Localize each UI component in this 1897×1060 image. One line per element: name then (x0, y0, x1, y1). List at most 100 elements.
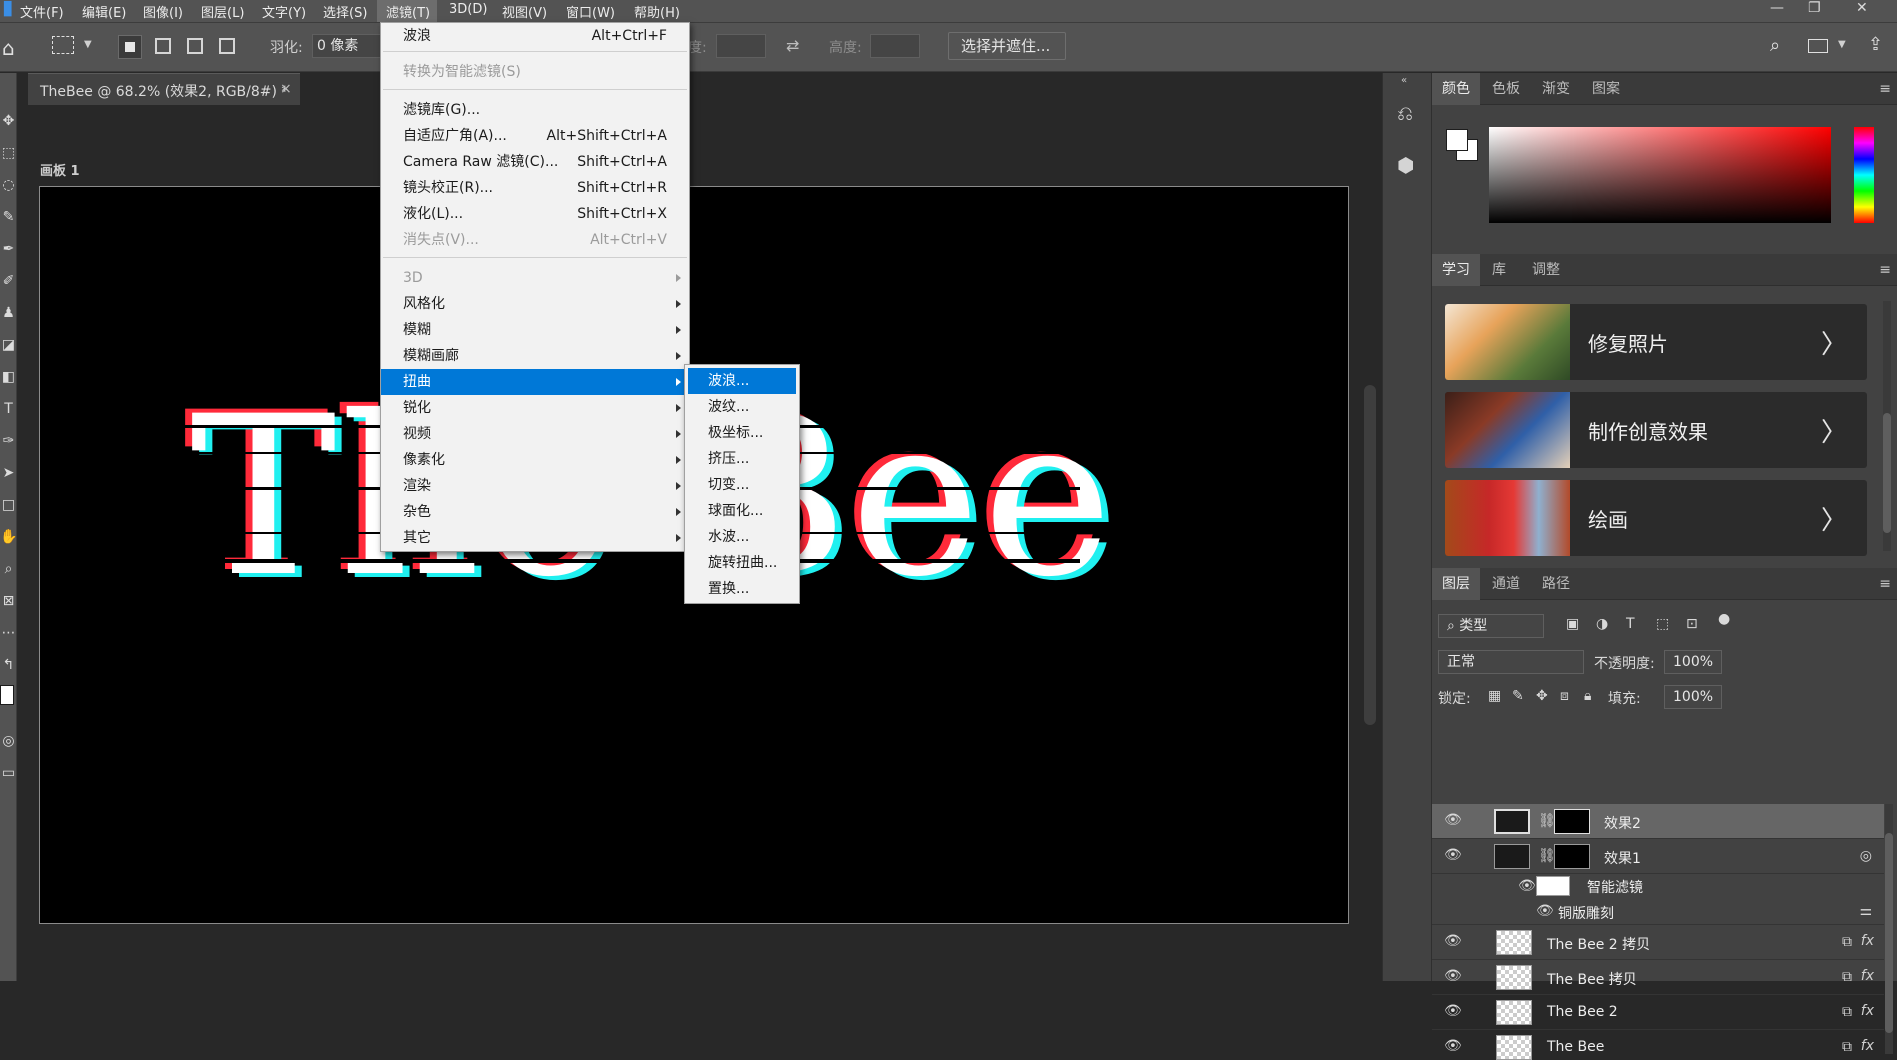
pen-tool-icon[interactable]: ✑ (0, 433, 17, 449)
shape-tool-icon[interactable]: □ (0, 497, 17, 513)
stamp-tool-icon[interactable]: ♟ (0, 305, 17, 321)
learn-card-painting[interactable]: 绘画 〉 (1445, 480, 1867, 556)
menu-layer[interactable]: 图层(L) (201, 2, 244, 21)
color-picker-field[interactable] (1489, 127, 1831, 223)
minimize-icon[interactable]: — (1770, 0, 1784, 16)
hue-slider[interactable] (1854, 127, 1874, 223)
eye-icon[interactable]: 👁︎ (1444, 968, 1462, 984)
submenu-item-pinch[interactable]: 挤压... (685, 446, 799, 472)
panel-menu-icon[interactable]: ≡ (1879, 576, 1891, 592)
adjustment-filter-icon[interactable]: ◑ (1596, 616, 1608, 632)
menu-item-noise[interactable]: 杂色 (381, 499, 689, 525)
filter-options-icon[interactable]: ⚌ (1859, 903, 1872, 919)
menu-3d[interactable]: 3D(D) (449, 2, 487, 17)
fill-input[interactable]: 100% (1664, 685, 1722, 709)
filter-toggle-icon[interactable]: ● (1718, 611, 1730, 627)
submenu-item-twirl[interactable]: 旋转扭曲... (685, 550, 799, 576)
learn-card-fix-photo[interactable]: 修复照片 〉 (1445, 304, 1867, 380)
swap-icon[interactable]: ⇄ (786, 36, 799, 55)
menu-item-distort[interactable]: 扭曲 (381, 369, 689, 395)
intersect-selection-icon[interactable] (219, 38, 235, 54)
tab-color[interactable]: 颜色 (1432, 73, 1480, 105)
type-tool-icon[interactable]: T (0, 401, 17, 417)
tab-learn[interactable]: 学习 (1432, 254, 1480, 286)
layers-scroll-thumb[interactable] (1885, 833, 1893, 1033)
submenu-item-ripple[interactable]: 波纹... (685, 394, 799, 420)
blend-mode-select[interactable]: 正常 (1438, 650, 1584, 674)
eyedropper-tool-icon[interactable]: ✒ (0, 241, 17, 257)
layer-row-filter-item[interactable]: 👁︎ 铜版雕刻 ⚌ (1432, 900, 1884, 925)
close-window-icon[interactable]: ✕ (1856, 0, 1868, 16)
tab-swatches[interactable]: 色板 (1482, 73, 1530, 105)
screen-mode-icon[interactable]: ▭ (0, 765, 17, 781)
pixel-filter-icon[interactable]: ▣ (1566, 616, 1579, 632)
fx-icon[interactable]: fx (1861, 933, 1874, 949)
eraser-tool-icon[interactable]: ◪ (0, 337, 17, 353)
close-tab-icon[interactable]: × (280, 81, 292, 97)
chevron-down-icon[interactable]: ▼ (84, 39, 92, 50)
hand-tool-icon[interactable]: ✋ (0, 529, 17, 545)
menu-item-adaptive-wide-angle[interactable]: 自适应广角(A)... Alt+Shift+Ctrl+A (381, 123, 689, 149)
tab-channels[interactable]: 通道 (1482, 568, 1530, 600)
menu-view[interactable]: 视图(V) (502, 2, 547, 21)
menu-item-convert-smart-filter[interactable]: 转换为智能滤镜(S) (381, 59, 689, 85)
canvas-scroll-thumb[interactable] (1364, 385, 1376, 725)
workspace-icon[interactable] (1808, 39, 1828, 53)
rect-marquee-tool-icon[interactable]: ⬚ (0, 145, 17, 161)
tab-layers[interactable]: 图层 (1432, 568, 1480, 600)
quick-select-tool-icon[interactable]: ✎ (0, 209, 17, 225)
marquee-tool-icon[interactable] (52, 36, 74, 54)
submenu-item-displace[interactable]: 置换... (685, 576, 799, 602)
foreground-color-swatch[interactable] (0, 685, 14, 705)
menu-image[interactable]: 图像(I) (143, 2, 183, 21)
smart-object-filter-icon[interactable]: ⊡ (1686, 616, 1698, 632)
menu-item-blur[interactable]: 模糊 (381, 317, 689, 343)
layer-filter-select[interactable]: ⌕ 类型 (1438, 614, 1544, 638)
menu-item-3d[interactable]: 3D (381, 265, 689, 291)
select-and-mask-button[interactable]: 选择并遮住... (948, 32, 1066, 60)
menu-select[interactable]: 选择(S) (323, 2, 367, 21)
submenu-item-polar-coordinates[interactable]: 极坐标... (685, 420, 799, 446)
submenu-item-zigzag[interactable]: 水波... (685, 524, 799, 550)
submenu-item-shear[interactable]: 切变... (685, 472, 799, 498)
subtract-selection-icon[interactable] (187, 38, 203, 54)
share-icon[interactable]: ⇪ (1868, 34, 1883, 55)
eye-icon[interactable]: 👁︎ (1518, 878, 1536, 894)
menu-window[interactable]: 窗口(W) (566, 2, 615, 21)
submenu-item-wave[interactable]: 波浪... (688, 368, 796, 394)
collapse-panels-icon[interactable]: « (1401, 75, 1407, 86)
learn-card-creative-effects[interactable]: 制作创意效果 〉 (1445, 392, 1867, 468)
tab-gradients[interactable]: 渐变 (1532, 73, 1580, 105)
height-input[interactable] (870, 34, 920, 58)
lock-artboard-icon[interactable]: ⧈ (1560, 688, 1569, 704)
chevron-down-icon[interactable]: ▼ (1838, 39, 1846, 50)
type-filter-icon[interactable]: T (1626, 616, 1635, 632)
menu-file[interactable]: 文件(F) (20, 2, 64, 21)
menu-item-wave-last[interactable]: 波浪 Alt+Ctrl+F (381, 23, 689, 49)
layer-row-selected[interactable]: 👁︎ ⛓ 效果2 (1432, 804, 1884, 839)
menu-type[interactable]: 文字(Y) (262, 2, 306, 21)
tab-patterns[interactable]: 图案 (1582, 73, 1630, 105)
menu-edit[interactable]: 编辑(E) (82, 2, 126, 21)
eye-icon[interactable]: 👁︎ (1444, 847, 1462, 863)
eye-icon[interactable]: 👁︎ (1444, 1003, 1462, 1019)
tab-adjustments[interactable]: 调整 (1522, 254, 1570, 286)
opacity-input[interactable]: 100% (1664, 650, 1722, 674)
menu-item-liquify[interactable]: 液化(L)... Shift+Ctrl+X (381, 201, 689, 227)
layer-row[interactable]: 👁︎ The Bee ⧉ fx (1432, 1030, 1884, 1060)
lock-all-icon[interactable]: 🔒︎ (1584, 688, 1591, 704)
panel-menu-icon[interactable]: ≡ (1879, 81, 1891, 97)
menu-item-blur-gallery[interactable]: 模糊画廊 (381, 343, 689, 369)
layer-row-smart-filters[interactable]: 👁︎ 智能滤镜 (1432, 874, 1884, 900)
document-tab[interactable]: TheBee @ 68.2% (效果2, RGB/8#) * × (28, 73, 300, 105)
path-select-tool-icon[interactable]: ➤ (0, 465, 17, 481)
swap-colors-icon[interactable]: ↰ (0, 657, 17, 673)
lock-transparent-icon[interactable]: ▦ (1488, 688, 1501, 704)
menu-help[interactable]: 帮助(H) (634, 2, 680, 21)
panel-menu-icon[interactable]: ≡ (1879, 262, 1891, 278)
restore-icon[interactable]: ❐ (1808, 0, 1821, 16)
quick-mask-icon[interactable]: ◎ (0, 733, 17, 749)
eye-icon[interactable]: 👁︎ (1536, 903, 1554, 919)
foreground-color-swatch[interactable] (1446, 129, 1468, 151)
tab-library[interactable]: 库 (1482, 254, 1516, 286)
